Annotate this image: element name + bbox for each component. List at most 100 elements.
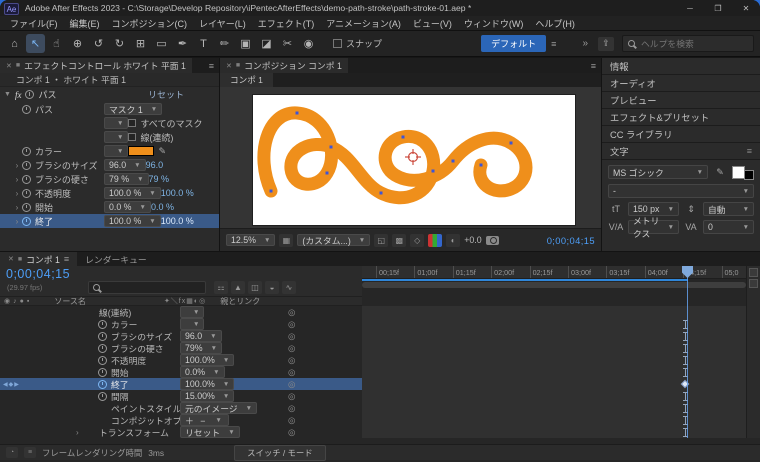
motion-blur-icon[interactable]: ◒ bbox=[265, 281, 279, 294]
effect-reset-link[interactable]: リセット bbox=[148, 88, 184, 101]
composition-tab[interactable]: ✕ ■ コンポジション コンポ 1 bbox=[220, 58, 348, 73]
leading-dropdown[interactable]: 自動 ▼ bbox=[703, 202, 754, 216]
timeline-property-row[interactable]: ◀◆▶ › コンポジットオプション ＋ −▼ ＋ − ◎ bbox=[0, 414, 746, 426]
property-dropdown[interactable]: ▼ bbox=[180, 306, 205, 318]
effect-property-row[interactable]: › 線(連続) ▼ 線(連続) ✎ bbox=[0, 130, 219, 144]
orbit-camera-tool[interactable]: ↺ bbox=[89, 34, 108, 53]
puppet-pin-tool[interactable]: ◉ bbox=[299, 34, 318, 53]
current-timecode[interactable]: 0;00;04;15 bbox=[6, 267, 70, 281]
kerning-dropdown[interactable]: メトリクス ▼ bbox=[628, 216, 679, 239]
draft-3d-icon[interactable]: ▲ bbox=[231, 281, 245, 294]
property-value[interactable]: 0.0 % bbox=[151, 202, 174, 212]
snapshot-camera-icon[interactable] bbox=[485, 235, 499, 245]
exposure-icon[interactable]: ◐ bbox=[446, 233, 461, 247]
composition-mini-flowchart-icon[interactable]: ⚏ bbox=[214, 281, 228, 294]
frame-blending-icon[interactable]: ◫ bbox=[248, 281, 262, 294]
work-area-bar[interactable] bbox=[362, 282, 746, 288]
stopwatch-icon[interactable] bbox=[25, 90, 35, 99]
property-dropdown[interactable]: 96.0 ▼ bbox=[104, 159, 146, 171]
effect-property-row[interactable]: › ブラシの硬さ 79 %▼ ブラシの硬さ ✎ 79 % bbox=[0, 172, 219, 186]
timeline-search-box[interactable] bbox=[88, 281, 206, 294]
stopwatch-icon[interactable] bbox=[98, 343, 107, 353]
viewer-timecode[interactable]: 0;00;04;15 bbox=[547, 235, 595, 246]
menu-item[interactable]: アニメーション(A) bbox=[320, 17, 407, 30]
menu-item[interactable]: ファイル(F) bbox=[4, 17, 64, 30]
property-dropdown[interactable]: 100.0% ▼ bbox=[180, 378, 235, 390]
color-swatch[interactable] bbox=[128, 146, 155, 156]
stopwatch-icon[interactable] bbox=[22, 160, 31, 170]
property-value[interactable]: 100.0 % bbox=[161, 188, 194, 198]
collapsed-panel-tab[interactable]: エフェクト&プリセット bbox=[602, 109, 760, 126]
stopwatch-icon[interactable] bbox=[22, 146, 31, 156]
parent-pickwhip-icon[interactable]: ◎ bbox=[288, 379, 295, 390]
pan-behind-tool[interactable]: ⊞ bbox=[131, 34, 150, 53]
clone-stamp-tool[interactable]: ▣ bbox=[236, 34, 255, 53]
timeline-comp-tab[interactable]: ✕ ■ コンポ 1 ≡ bbox=[0, 252, 78, 266]
property-dropdown[interactable]: ▼ bbox=[104, 131, 129, 143]
stopwatch-icon[interactable] bbox=[98, 331, 107, 341]
twirl-icon[interactable]: › bbox=[76, 428, 84, 437]
twirl-icon[interactable]: › bbox=[12, 203, 22, 212]
property-checkbox[interactable]: 線(連続) bbox=[128, 131, 173, 144]
snap-toggle[interactable]: スナップ bbox=[333, 37, 382, 50]
shape-tool[interactable]: ▭ bbox=[152, 34, 171, 53]
effect-group-header[interactable]: ▼ fx パス リセット bbox=[0, 87, 219, 102]
fill-color-swatch[interactable] bbox=[732, 165, 745, 179]
stopwatch-icon[interactable] bbox=[22, 104, 31, 114]
rotation-tool[interactable]: ↻ bbox=[110, 34, 129, 53]
property-dropdown[interactable]: 100.0% ▼ bbox=[180, 354, 235, 366]
help-search-box[interactable] bbox=[622, 35, 754, 52]
stopwatch-icon[interactable] bbox=[98, 355, 107, 365]
twirl-icon[interactable]: › bbox=[12, 175, 22, 184]
close-button[interactable]: ✕ bbox=[732, 0, 760, 16]
minimize-button[interactable]: ─ bbox=[676, 0, 704, 16]
parent-pickwhip-icon[interactable]: ◎ bbox=[288, 343, 295, 354]
channels-icon[interactable]: C bbox=[428, 233, 443, 247]
parent-pickwhip-icon[interactable]: ◎ bbox=[288, 391, 295, 402]
snap-checkbox[interactable] bbox=[333, 39, 342, 48]
stopwatch-icon[interactable] bbox=[22, 216, 31, 226]
resolution-dropdown[interactable]: (カスタム...) ▼ bbox=[297, 234, 371, 246]
stopwatch-icon[interactable] bbox=[98, 391, 107, 401]
property-dropdown[interactable]: 79% ▼ bbox=[180, 342, 223, 354]
menu-item[interactable]: エフェクト(T) bbox=[252, 17, 321, 30]
property-dropdown[interactable]: マスク 1 ▼ bbox=[104, 103, 163, 115]
eyedropper-icon[interactable]: ✎ bbox=[712, 167, 728, 178]
effect-property-row[interactable]: › 終了 100.0 %▼ 終了 ✎ 100.0 % bbox=[0, 214, 219, 228]
property-dropdown[interactable]: ▼ bbox=[104, 145, 129, 157]
twirl-icon[interactable]: › bbox=[12, 217, 22, 226]
parent-pickwhip-icon[interactable]: ◎ bbox=[288, 415, 295, 426]
effect-property-row[interactable]: › パス マスク 1▼ パス ✎ マスク 1 bbox=[0, 102, 219, 116]
selection-tool[interactable]: ↖ bbox=[26, 34, 45, 53]
timeline-property-row[interactable]: ◀◆▶ › 不透明度 100.0%▼ 100.0% ◎ bbox=[0, 354, 746, 366]
magnification-dropdown[interactable]: 12.5% ▼ bbox=[226, 234, 276, 246]
type-tool[interactable]: T bbox=[194, 34, 213, 53]
effect-property-row[interactable]: › 不透明度 100.0 %▼ 不透明度 ✎ 100.0 % bbox=[0, 186, 219, 200]
timeline-property-row[interactable]: ◀◆▶ › ペイントスタイル 元のイメージ▼ 元のイメージ ◎ bbox=[0, 402, 746, 414]
timeline-property-row[interactable]: ◀◆▶ › ブラシのサイズ 96.0▼ 96.0 ◎ bbox=[0, 330, 746, 342]
checkbox[interactable] bbox=[128, 133, 137, 141]
effect-controls-tab[interactable]: ✕ ■ エフェクトコントロール ホワイト 平面 1 bbox=[0, 58, 192, 73]
property-dropdown[interactable]: リセット ▼ bbox=[180, 426, 240, 438]
property-dropdown[interactable]: ▼ bbox=[180, 318, 205, 330]
twirl-icon[interactable]: › bbox=[12, 189, 22, 198]
source-name-header[interactable]: ソース名 bbox=[54, 296, 86, 307]
pen-tool[interactable]: ✒ bbox=[173, 34, 192, 53]
roto-brush-tool[interactable]: ✂ bbox=[278, 34, 297, 53]
grid-options-icon[interactable]: ▦ bbox=[279, 233, 294, 247]
property-value[interactable]: 96.0 bbox=[146, 160, 164, 170]
stopwatch-icon[interactable] bbox=[22, 174, 31, 184]
stopwatch-icon[interactable] bbox=[22, 202, 31, 212]
region-of-interest-icon[interactable]: ◱ bbox=[374, 233, 389, 247]
current-time-indicator-line[interactable] bbox=[687, 266, 688, 438]
menu-item[interactable]: ウィンドウ(W) bbox=[458, 17, 530, 30]
character-panel-tab[interactable]: 文字 ≡ bbox=[602, 143, 760, 160]
collapsed-panel-tab[interactable]: オーディオ bbox=[602, 75, 760, 92]
brush-tool[interactable]: ✏ bbox=[215, 34, 234, 53]
tracking-dropdown[interactable]: 0 ▼ bbox=[703, 220, 754, 234]
menu-item[interactable]: ビュー(V) bbox=[407, 17, 458, 30]
composition-canvas[interactable] bbox=[253, 95, 575, 225]
property-dropdown[interactable]: 0.0% ▼ bbox=[180, 366, 225, 378]
font-style-dropdown[interactable]: - ▼ bbox=[608, 184, 754, 198]
stopwatch-icon[interactable] bbox=[98, 367, 107, 377]
